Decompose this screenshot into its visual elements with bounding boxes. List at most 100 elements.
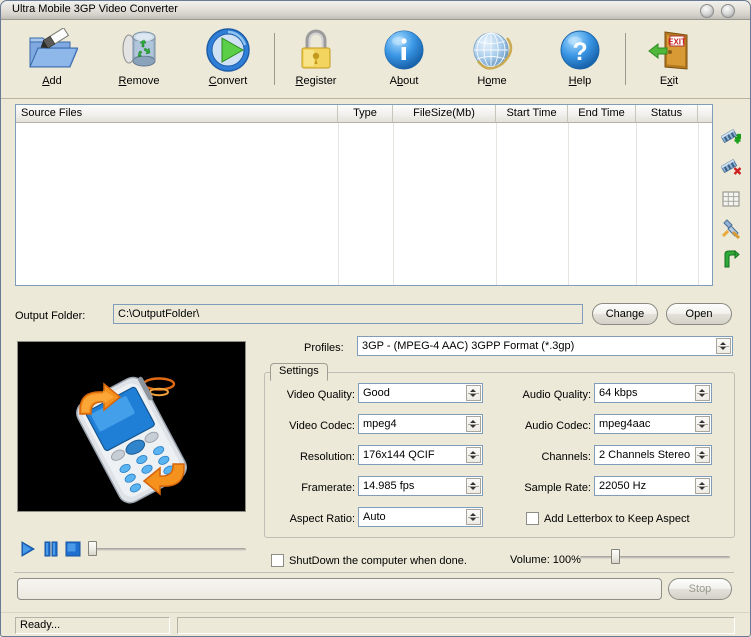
sample-rate-spinner[interactable]	[695, 478, 710, 494]
title-bar: Ultra Mobile 3GP Video Converter	[0, 0, 751, 20]
audio-quality-combobox[interactable]: 64 kbps	[594, 383, 712, 403]
column-header-endtime[interactable]: End Time	[568, 105, 636, 122]
video-quality-combobox[interactable]: Good	[358, 383, 483, 403]
aspect-ratio-spinner[interactable]	[466, 509, 481, 525]
play-button[interactable]	[20, 541, 36, 557]
video-codec-label: Video Codec:	[289, 420, 355, 432]
video-codec-spinner[interactable]	[466, 416, 481, 432]
toolbar-button-about[interactable]: About	[361, 27, 447, 95]
audio-quality-spinner[interactable]	[695, 385, 710, 401]
position-slider-thumb[interactable]	[88, 541, 97, 556]
svg-text:EXIT: EXIT	[668, 38, 686, 47]
toolbar-label-help: Help	[568, 75, 592, 87]
globe-icon	[449, 27, 535, 73]
green-arrow-icon[interactable]	[720, 248, 742, 270]
audio-codec-value: mpeg4aac	[599, 418, 651, 430]
resolution-spinner[interactable]	[466, 447, 481, 463]
toolbar-button-exit[interactable]: EXIT Exit	[626, 27, 712, 95]
status-detail	[177, 617, 735, 634]
main-toolbar: Add Remove Convert Register About Home ?…	[1, 21, 750, 99]
toolbar-button-home[interactable]: Home	[449, 27, 535, 95]
video-preview[interactable]	[17, 341, 246, 512]
wrench-icon[interactable]	[720, 218, 742, 240]
change-folder-button[interactable]: Change	[592, 303, 658, 325]
toolbar-label-add: Add	[42, 75, 62, 87]
volume-slider-thumb[interactable]	[611, 549, 620, 564]
framerate-spinner[interactable]	[466, 478, 481, 494]
video-codec-combobox[interactable]: mpeg4	[358, 414, 483, 434]
framerate-value: 14.985 fps	[363, 480, 415, 492]
toolbar-button-help[interactable]: ? Help	[537, 27, 623, 95]
toolbar-label-remove: Remove	[118, 75, 160, 87]
settings-tab[interactable]: Settings	[270, 363, 328, 381]
section-divider	[14, 572, 734, 573]
close-circle-icon[interactable]	[721, 4, 735, 18]
toolbar-label-about: About	[389, 75, 419, 87]
channels-label: Channels:	[541, 451, 591, 463]
grid-icon[interactable]	[720, 188, 742, 210]
column-header-extra[interactable]	[698, 105, 712, 122]
sample-rate-label: Sample Rate:	[524, 482, 591, 494]
list-tools-strip	[716, 104, 746, 286]
toolbar-button-add[interactable]: Add	[9, 27, 95, 95]
column-divider	[698, 123, 699, 285]
audio-codec-spinner[interactable]	[695, 416, 710, 432]
output-folder-path[interactable]: C:\OutputFolder\	[113, 304, 583, 324]
audio-codec-combobox[interactable]: mpeg4aac	[594, 414, 712, 434]
pause-button[interactable]	[43, 541, 59, 557]
source-files-list[interactable]: Source Files Type FileSize(Mb) Start Tim…	[15, 104, 713, 286]
toolbar-button-remove[interactable]: Remove	[96, 27, 182, 95]
aspect-ratio-combobox[interactable]: Auto	[358, 507, 483, 527]
column-header-starttime[interactable]: Start Time	[496, 105, 568, 122]
toolbar-button-convert[interactable]: Convert	[185, 27, 271, 95]
video-codec-value: mpeg4	[363, 418, 397, 430]
minimize-circle-icon[interactable]	[700, 4, 714, 18]
green-play-circle-icon	[185, 27, 271, 73]
resolution-value: 176x144 QCIF	[363, 449, 435, 461]
file-list-body[interactable]	[16, 123, 712, 285]
shutdown-label: ShutDown the computer when done.	[289, 555, 467, 567]
blue-question-icon: ?	[537, 27, 623, 73]
column-divider	[496, 123, 497, 285]
column-divider	[338, 123, 339, 285]
toolbar-label-exit: Exit	[659, 75, 679, 87]
add-clip-icon[interactable]	[720, 126, 742, 148]
column-divider	[393, 123, 394, 285]
profiles-label: Profiles:	[304, 342, 344, 354]
toolbar-label-register: Register	[295, 75, 337, 87]
open-folder-pencil-icon	[9, 27, 95, 73]
column-header-type[interactable]: Type	[338, 105, 393, 122]
stop-conversion-button[interactable]: Stop	[668, 578, 732, 600]
mobile-phone-rotation-icon	[18, 342, 245, 511]
sample-rate-combobox[interactable]: 22050 Hz	[594, 476, 712, 496]
framerate-label: Framerate:	[301, 482, 355, 494]
framerate-combobox[interactable]: 14.985 fps	[358, 476, 483, 496]
remove-clip-icon[interactable]	[720, 156, 742, 178]
column-divider	[568, 123, 569, 285]
column-divider	[636, 123, 637, 285]
column-header-status[interactable]: Status	[636, 105, 698, 122]
profiles-value: 3GP - (MPEG-4 AAC) 3GPP Format (*.3gp)	[362, 340, 575, 352]
stop-playback-button[interactable]	[65, 541, 81, 557]
column-header-filesize[interactable]: FileSize(Mb)	[393, 105, 496, 122]
resolution-combobox[interactable]: 176x144 QCIF	[358, 445, 483, 465]
video-quality-spinner[interactable]	[466, 385, 481, 401]
output-folder-label: Output Folder:	[15, 310, 86, 322]
volume-slider-track	[580, 556, 730, 559]
letterbox-checkbox[interactable]	[526, 512, 539, 525]
blue-info-icon	[361, 27, 447, 73]
profiles-combobox[interactable]: 3GP - (MPEG-4 AAC) 3GPP Format (*.3gp)	[357, 336, 733, 356]
open-folder-button[interactable]: Open	[666, 303, 732, 325]
toolbar-button-register[interactable]: Register	[273, 27, 359, 95]
channels-spinner[interactable]	[695, 447, 710, 463]
volume-slider[interactable]	[580, 549, 730, 564]
video-quality-value: Good	[363, 387, 390, 399]
position-slider[interactable]	[88, 541, 246, 556]
channels-combobox[interactable]: 2 Channels Stereo	[594, 445, 712, 465]
video-quality-label: Video Quality:	[286, 389, 355, 401]
aspect-ratio-label: Aspect Ratio:	[289, 513, 355, 525]
profiles-spinner[interactable]	[716, 338, 731, 354]
audio-quality-value: 64 kbps	[599, 387, 638, 399]
shutdown-checkbox[interactable]	[271, 554, 284, 567]
column-header-source[interactable]: Source Files	[16, 105, 338, 122]
